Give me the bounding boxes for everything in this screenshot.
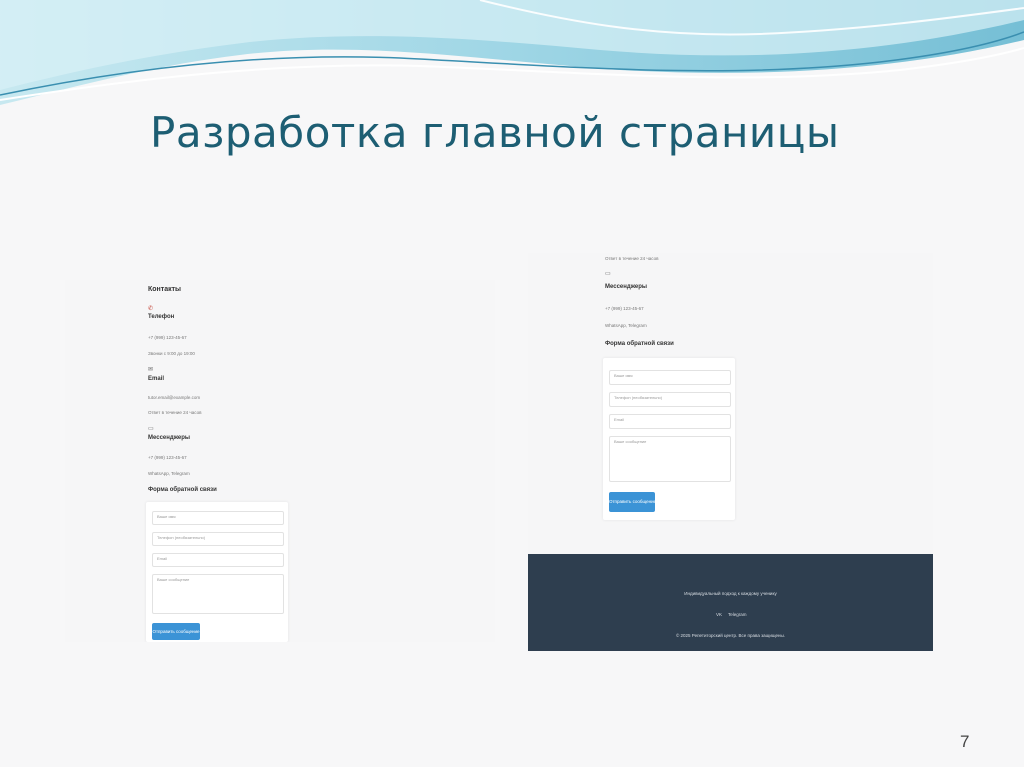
messengers-label: Мессенджеры: [148, 435, 190, 441]
footer-copyright: © 2025 Репетиторский центр. Все права за…: [675, 633, 786, 638]
footer-link-vk[interactable]: VK: [716, 612, 722, 617]
name-field[interactable]: Ваше имя: [609, 370, 731, 385]
messengers-phone: +7 (999) 123-45-67: [148, 455, 187, 460]
phone-hours: Звонки с 9:00 до 19:00: [148, 351, 195, 356]
contacts-heading: Контакты: [148, 286, 182, 293]
chat-icon: ▭: [148, 426, 154, 432]
phone-field[interactable]: Телефон (необязательно): [609, 392, 731, 407]
site-footer: Индивидуальный подход к каждому ученику …: [528, 554, 933, 651]
messengers-phone: +7 (999) 123-45-67: [605, 306, 644, 311]
email-field[interactable]: Email: [609, 414, 731, 429]
form-heading: Форма обратной связи: [148, 487, 217, 493]
message-field[interactable]: Ваше сообщение: [152, 574, 284, 614]
phone-icon: ✆: [148, 306, 154, 312]
chat-icon: ▭: [605, 271, 611, 277]
email-value: tutor.email@example.com: [148, 395, 201, 400]
message-field[interactable]: Ваше сообщение: [609, 436, 731, 482]
email-note: Ответ в течение 24 часов: [148, 410, 202, 415]
screenshot-form-and-footer: Ответ в течение 24 часов ▭ Мессенджеры +…: [528, 253, 933, 651]
phone-field[interactable]: Телефон (необязательно): [152, 532, 284, 546]
form-heading: Форма обратной связи: [605, 341, 674, 347]
wave-header-decoration: [0, 0, 1024, 105]
messengers-list: WhatsApp, Telegram: [148, 471, 190, 476]
send-message-button[interactable]: Отправить сообщение: [152, 623, 200, 640]
feedback-form: Ваше имя Телефон (необязательно) Email В…: [146, 502, 288, 642]
send-message-button[interactable]: Отправить сообщение: [609, 492, 656, 512]
email-note: Ответ в течение 24 часов: [605, 256, 659, 261]
footer-link-telegram[interactable]: Telegram: [728, 612, 747, 617]
phone-label: Телефон: [148, 314, 175, 320]
messengers-label: Мессенджеры: [605, 284, 647, 290]
screenshot-contacts-section: Контакты ✆ Телефон +7 (999) 123-45-67 Зв…: [65, 280, 495, 642]
messengers-list: WhatsApp, Telegram: [605, 323, 647, 328]
mail-icon: ✉: [148, 367, 154, 373]
phone-value: +7 (999) 123-45-67: [148, 335, 187, 340]
email-label: Email: [148, 376, 165, 382]
email-field[interactable]: Email: [152, 553, 284, 567]
feedback-form: Ваше имя Телефон (необязательно) Email В…: [603, 358, 735, 520]
page-number: 7: [960, 732, 970, 751]
footer-tagline: Индивидуальный подход к каждому ученику: [684, 591, 777, 596]
slide-title: Разработка главной страницы: [150, 108, 840, 157]
name-field[interactable]: Ваше имя: [152, 511, 284, 525]
